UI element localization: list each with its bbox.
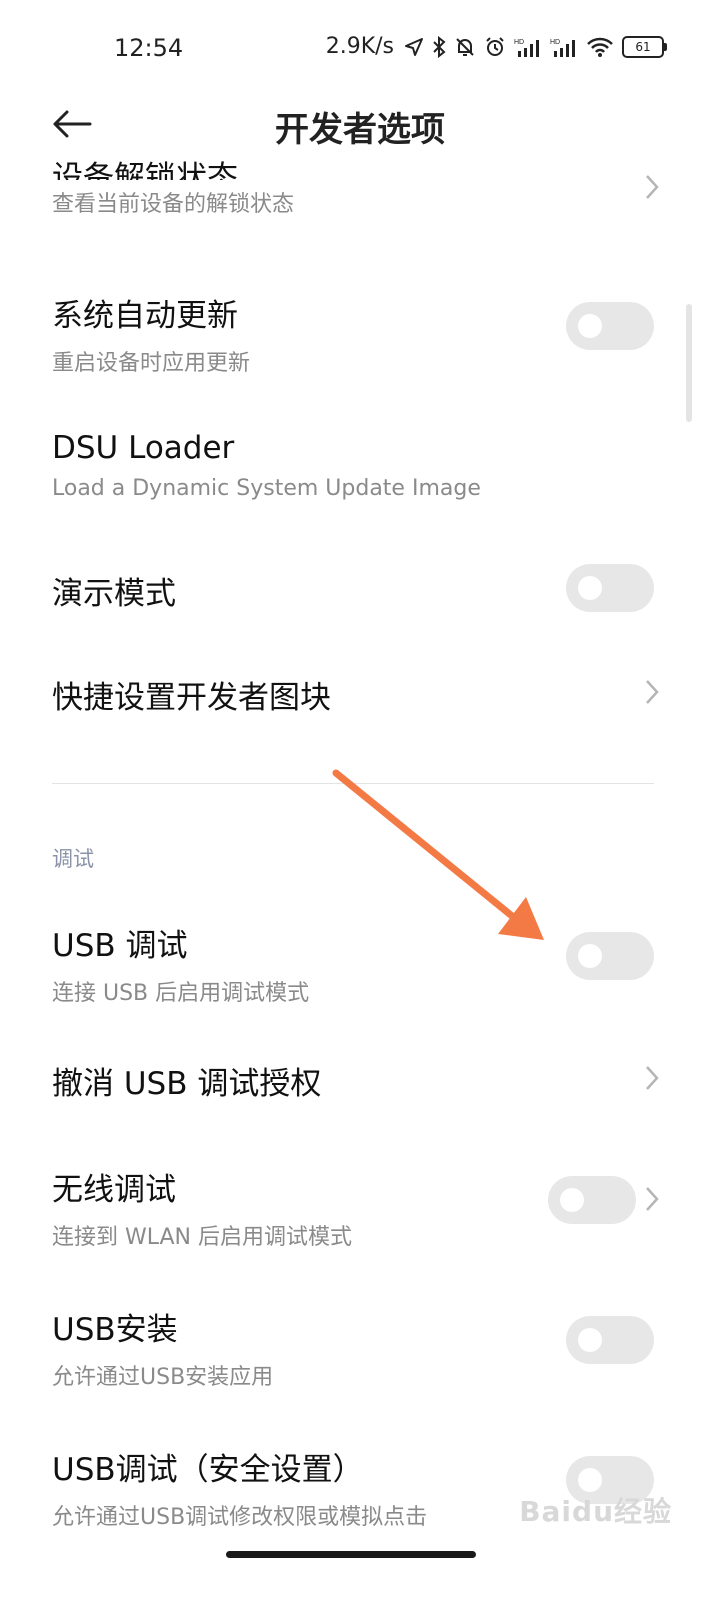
- chevron-right-icon: [646, 1187, 659, 1211]
- setting-unlock-status[interactable]: 设备解锁状态 查看当前设备的解锁状态: [52, 152, 662, 218]
- toggle-knob: [578, 944, 602, 968]
- setting-subtitle: 连接 USB 后启用调试模式: [52, 981, 310, 1006]
- setting-subtitle: 允许通过USB安装应用: [52, 1365, 274, 1390]
- scrollbar[interactable]: [686, 304, 692, 422]
- setting-subtitle: Load a Dynamic System Update Image: [52, 476, 481, 501]
- svg-text:HD: HD: [550, 39, 560, 46]
- mute-icon: [456, 37, 474, 56]
- setting-subtitle: 重启设备时应用更新: [52, 351, 251, 376]
- bluetooth-icon: [433, 35, 446, 58]
- settings-list[interactable]: 设备解锁状态 查看当前设备的解锁状态 系统自动更新 重启设备时应用更新 DSU …: [0, 140, 720, 1600]
- setting-demo-mode[interactable]: 演示模式: [52, 564, 662, 613]
- chevron-right-icon: [646, 680, 659, 704]
- setting-title: DSU Loader: [52, 430, 235, 466]
- setting-quick-settings-tiles[interactable]: 快捷设置开发者图块: [52, 672, 662, 717]
- status-bar: 12:54 2.9K/s HD HD 61: [0, 0, 720, 96]
- setting-usb-install[interactable]: USB安装 允许通过USB安装应用: [52, 1304, 662, 1391]
- status-icons: 2.9K/s HD HD 61: [325, 34, 667, 59]
- setting-title: 设备解锁状态: [52, 160, 238, 180]
- setting-title: 快捷设置开发者图块: [52, 680, 331, 716]
- setting-system-auto-update[interactable]: 系统自动更新 重启设备时应用更新: [52, 290, 662, 377]
- alarm-icon: [486, 36, 504, 56]
- home-indicator[interactable]: [226, 1551, 476, 1558]
- toggle-knob: [560, 1188, 584, 1212]
- toggle-knob: [578, 1468, 602, 1492]
- setting-revoke-usb-auth[interactable]: 撤消 USB 调试授权: [52, 1058, 662, 1103]
- auto-update-toggle[interactable]: [566, 302, 654, 350]
- signal-icon: HD: [550, 39, 575, 57]
- setting-dsu-loader[interactable]: DSU Loader Load a Dynamic System Update …: [52, 430, 662, 501]
- usb-debugging-toggle[interactable]: [566, 932, 654, 980]
- toggle-knob: [578, 314, 602, 338]
- setting-subtitle: 查看当前设备的解锁状态: [52, 192, 295, 217]
- demo-mode-toggle[interactable]: [566, 564, 654, 612]
- wifi-icon: [587, 37, 613, 57]
- wireless-debugging-toggle[interactable]: [548, 1176, 636, 1224]
- setting-title: 撤消 USB 调试授权: [52, 1066, 322, 1102]
- signal-icon: HD: [514, 39, 539, 57]
- toggle-knob: [578, 1328, 602, 1352]
- svg-text:HD: HD: [514, 39, 524, 46]
- battery-icon: 61: [622, 35, 667, 58]
- chevron-right-icon: [646, 1066, 659, 1090]
- watermark: Baidu经验: [519, 1495, 672, 1528]
- status-time: 12:54: [114, 34, 184, 62]
- setting-wireless-debugging[interactable]: 无线调试 连接到 WLAN 后启用调试模式: [52, 1164, 662, 1251]
- net-speed: 2.9K/s: [325, 34, 394, 59]
- divider: [52, 783, 654, 784]
- section-label-debug: 调试: [52, 847, 94, 871]
- setting-usb-debugging[interactable]: USB 调试 连接 USB 后启用调试模式: [52, 920, 662, 1007]
- toggle-knob: [578, 576, 602, 600]
- usb-install-toggle[interactable]: [566, 1316, 654, 1364]
- chevron-right-icon: [646, 175, 659, 199]
- location-icon: [405, 37, 423, 56]
